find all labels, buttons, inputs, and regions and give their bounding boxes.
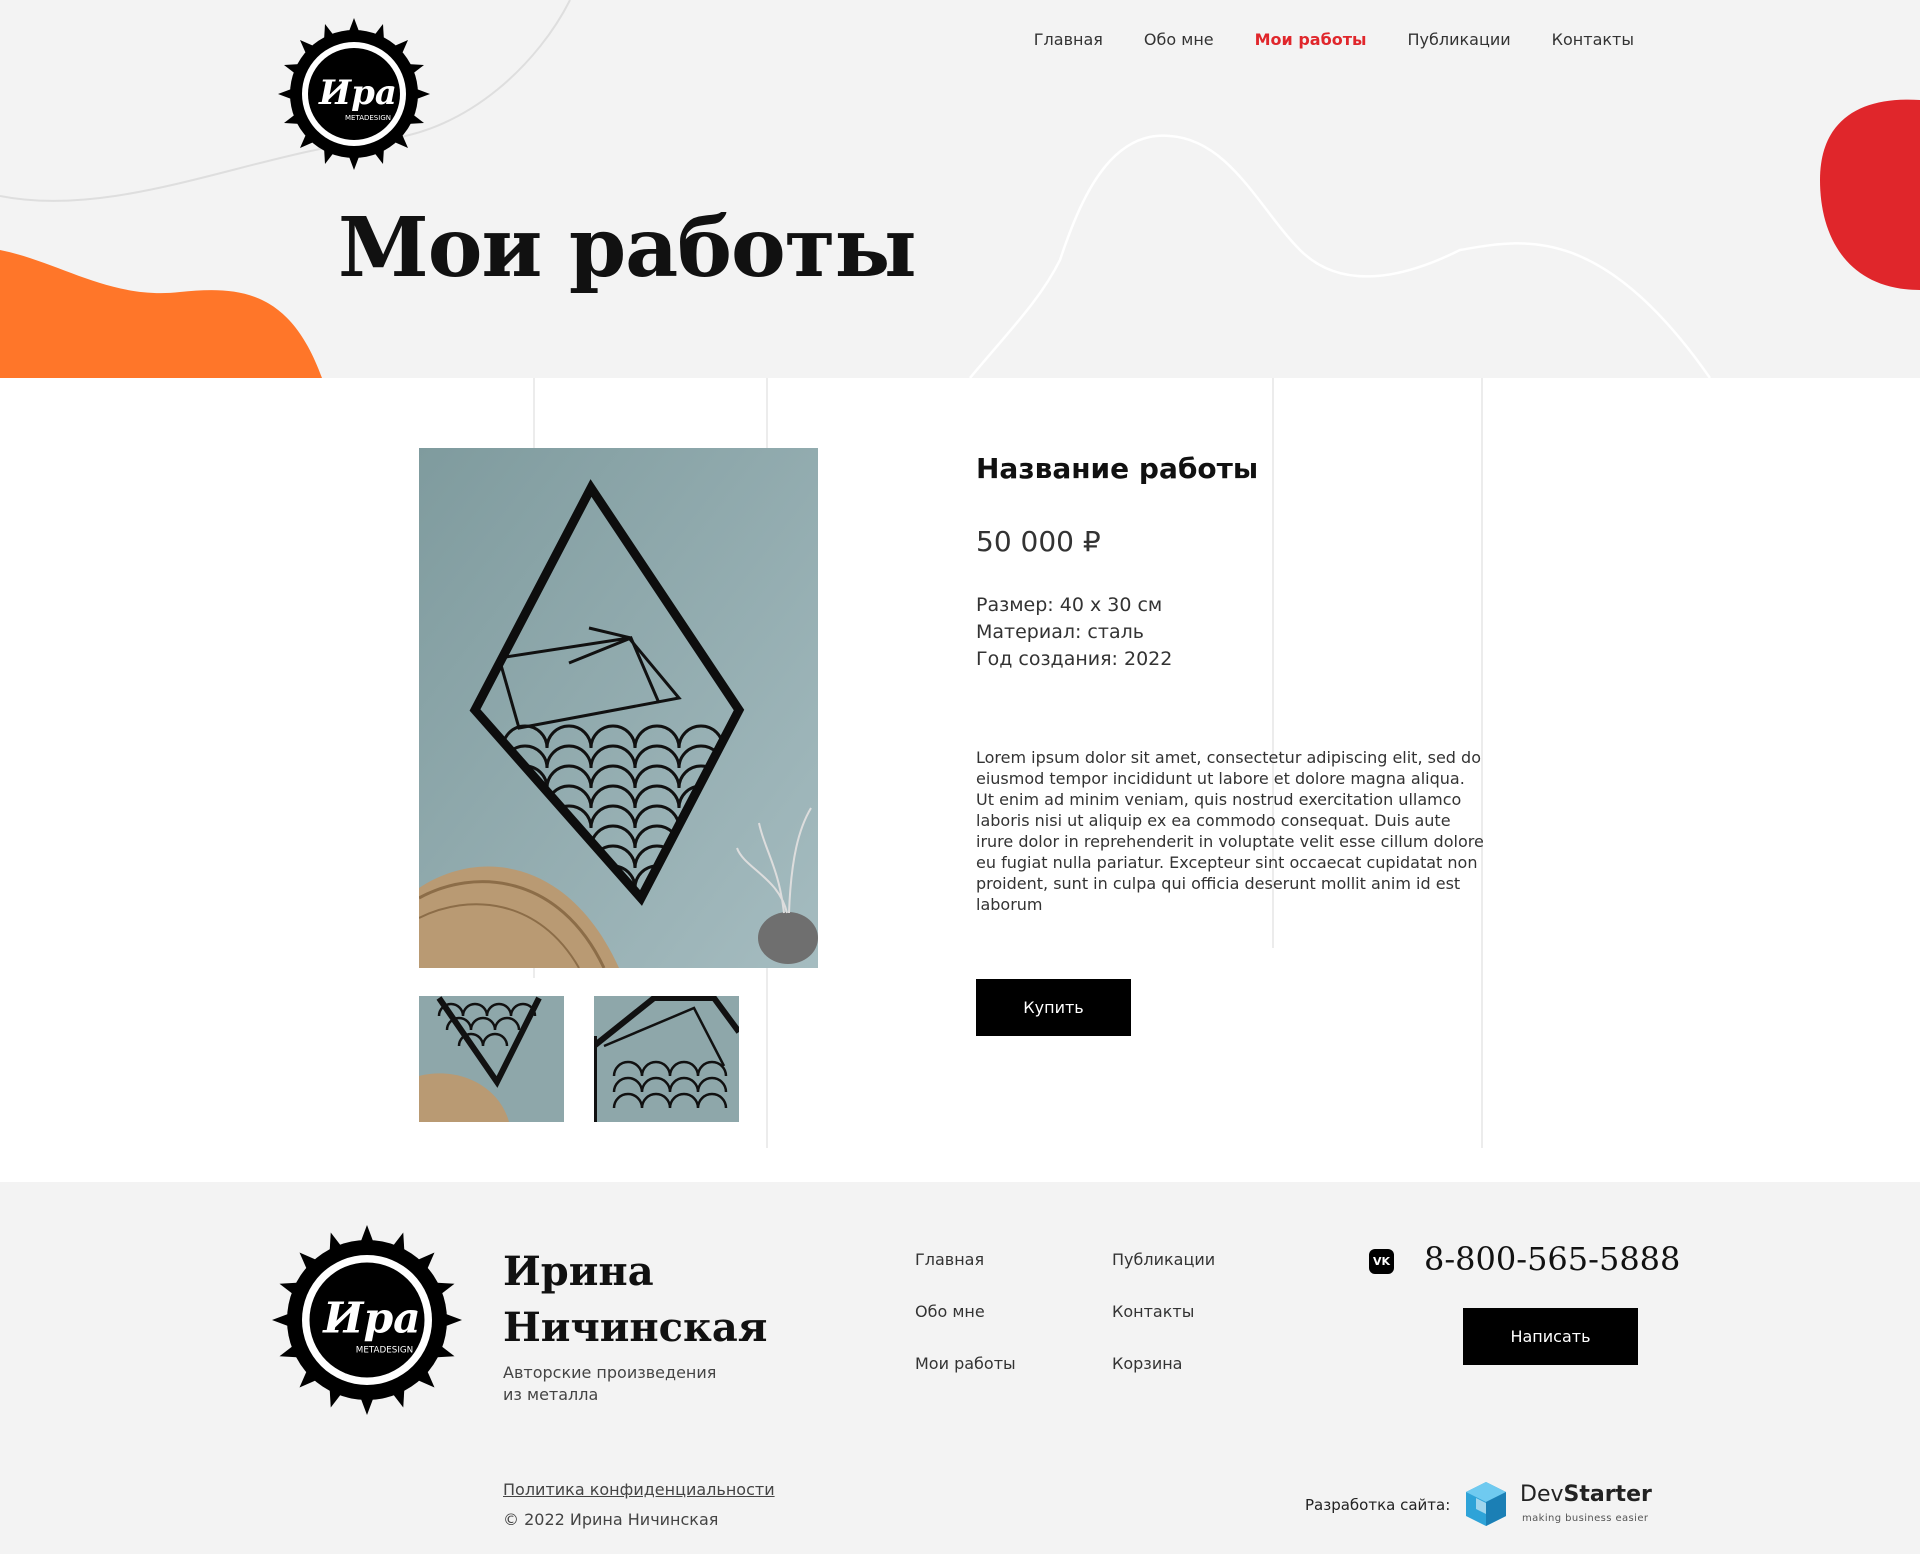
- product-info: Название работы 50 000 ₽ Размер: 40 х 30…: [976, 448, 1496, 915]
- svg-text:Ира: Ира: [318, 73, 397, 113]
- artist-first-name: Ирина: [503, 1248, 654, 1295]
- devstarter-brand[interactable]: DevStarter: [1520, 1482, 1652, 1507]
- hero-header: Ира METADESIGN Главная Обо мне Мои работ…: [0, 0, 1920, 378]
- spec-size: Размер: 40 х 30 см: [976, 594, 1163, 616]
- tagline-line: из металла: [503, 1385, 599, 1404]
- product-main-image[interactable]: [419, 448, 818, 968]
- svg-text:METADESIGN: METADESIGN: [345, 114, 391, 122]
- brand-light: Dev: [1520, 1482, 1564, 1507]
- sun-logo-icon[interactable]: Ира METADESIGN: [278, 14, 430, 174]
- spec-material: Материал: сталь: [976, 621, 1144, 643]
- brand-bold: Starter: [1563, 1482, 1652, 1507]
- sun-logo-icon[interactable]: Ира METADESIGN: [272, 1220, 462, 1420]
- phone-number[interactable]: 8-800-565-5888: [1424, 1240, 1680, 1278]
- nav-home[interactable]: Главная: [1034, 30, 1103, 49]
- footer-link-contacts[interactable]: Контакты: [1112, 1302, 1215, 1354]
- artist-name: Ирина Ничинская: [503, 1244, 767, 1356]
- product-title: Название работы: [976, 452, 1259, 485]
- tagline-line: Авторские произведения: [503, 1363, 717, 1382]
- copyright: © 2022 Ирина Ничинская: [503, 1510, 719, 1529]
- privacy-policy-link[interactable]: Политика конфиденциальности: [503, 1480, 775, 1499]
- footer-link-publications[interactable]: Публикации: [1112, 1250, 1215, 1302]
- product-description: Lorem ipsum dolor sit amet, consectetur …: [976, 748, 1484, 914]
- footer-link-cart[interactable]: Корзина: [1112, 1354, 1215, 1406]
- nav-works[interactable]: Мои работы: [1255, 30, 1367, 49]
- svg-text:Ира: Ира: [321, 1294, 420, 1344]
- svg-text:METADESIGN: METADESIGN: [356, 1346, 413, 1356]
- footer-nav-column: Публикации Контакты Корзина: [1112, 1250, 1215, 1406]
- product-thumbnail[interactable]: [419, 996, 564, 1122]
- nav-contacts[interactable]: Контакты: [1552, 30, 1634, 49]
- product-specs: Размер: 40 х 30 см Материал: сталь Год с…: [976, 592, 1496, 673]
- buy-button[interactable]: Купить: [976, 979, 1131, 1036]
- product-thumbnail[interactable]: [594, 996, 739, 1122]
- main-nav: Главная Обо мне Мои работы Публикации Ко…: [1034, 30, 1634, 49]
- vk-icon[interactable]: VK: [1369, 1249, 1394, 1274]
- product-price: 50 000 ₽: [976, 525, 1101, 558]
- artist-tagline: Авторские произведения из металла: [503, 1362, 716, 1406]
- artist-last-name: Ничинская: [503, 1304, 768, 1351]
- write-button[interactable]: Написать: [1463, 1308, 1638, 1365]
- footer-nav-column: Главная Обо мне Мои работы: [915, 1250, 1016, 1406]
- devstarter-tagline: making business easier: [1522, 1513, 1649, 1524]
- footer-link-works[interactable]: Мои работы: [915, 1354, 1016, 1406]
- developer-label: Разработка сайта:: [1305, 1496, 1451, 1514]
- nav-publications[interactable]: Публикации: [1407, 30, 1510, 49]
- footer-link-about[interactable]: Обо мне: [915, 1302, 1016, 1354]
- footer: Ира METADESIGN Ирина Ничинская Авторские…: [0, 1182, 1920, 1554]
- nav-about[interactable]: Обо мне: [1144, 30, 1214, 49]
- footer-link-home[interactable]: Главная: [915, 1250, 1016, 1302]
- grid-guides: [533, 378, 1483, 1148]
- spec-year: Год создания: 2022: [976, 648, 1173, 670]
- page-title: Мои работы: [338, 200, 917, 296]
